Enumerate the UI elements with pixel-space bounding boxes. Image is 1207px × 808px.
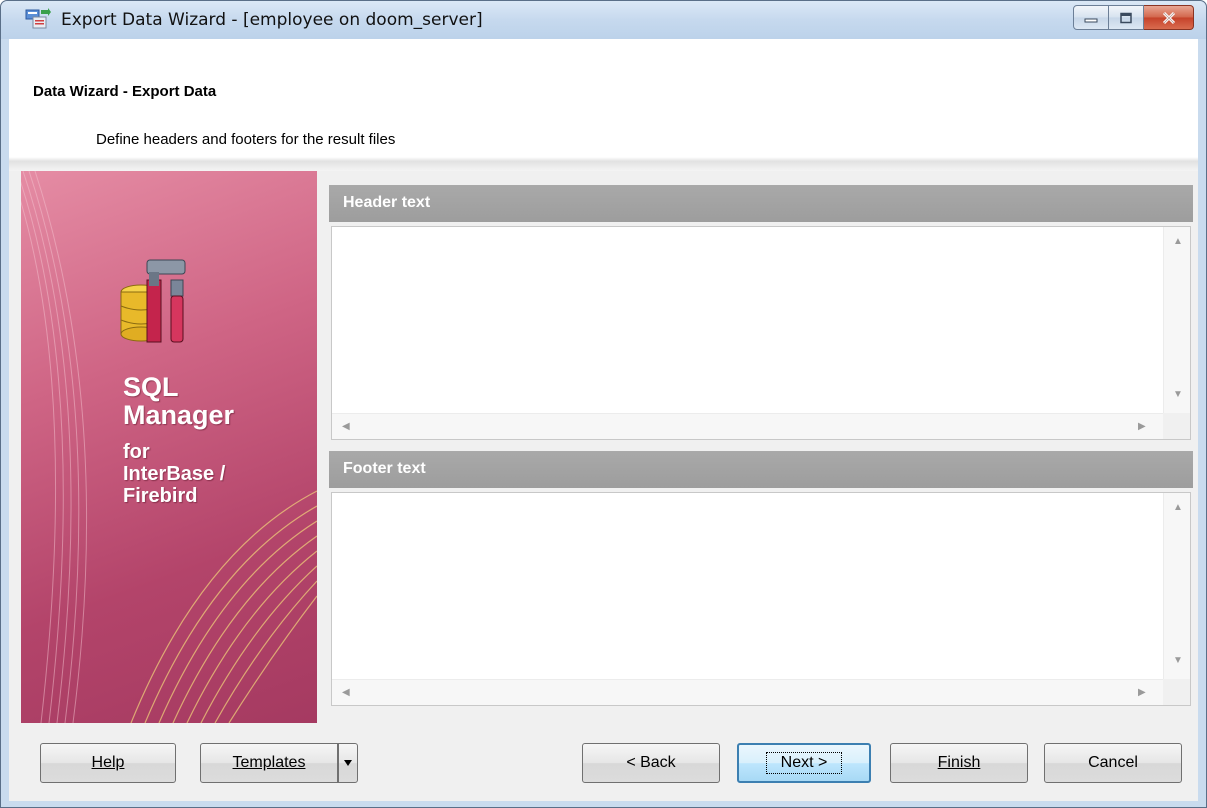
chevron-down-icon xyxy=(344,760,352,766)
scroll-corner xyxy=(1163,413,1190,439)
minimize-button[interactable] xyxy=(1073,5,1109,30)
product-edition-line3: Firebird xyxy=(123,485,198,507)
scroll-down-icon[interactable]: ▼ xyxy=(1173,656,1183,666)
product-name: SQL Manager xyxy=(123,373,234,429)
scroll-left-icon[interactable]: ◀ xyxy=(342,422,350,432)
footer-vertical-scrollbar[interactable]: ▲ ▼ xyxy=(1163,493,1190,679)
scroll-right-icon[interactable]: ▶ xyxy=(1138,422,1146,432)
scroll-down-icon[interactable]: ▼ xyxy=(1173,390,1183,400)
header-horizontal-scrollbar[interactable]: ◀ ▶ xyxy=(332,413,1163,439)
next-button-label: Next > xyxy=(765,752,843,774)
cancel-button[interactable]: Cancel xyxy=(1044,743,1182,783)
back-button-label: < Back xyxy=(626,754,676,771)
footer-text-label: Footer text xyxy=(329,451,1193,488)
caption-buttons xyxy=(1073,5,1194,31)
title-bar[interactable]: Export Data Wizard - [employee on doom_s… xyxy=(1,1,1206,39)
close-icon xyxy=(1162,11,1175,24)
finish-button-label: Finish xyxy=(937,754,981,771)
product-edition-line1: for xyxy=(123,441,150,463)
maximize-button[interactable] xyxy=(1109,5,1144,30)
window-title: Export Data Wizard - [employee on doom_s… xyxy=(61,10,483,30)
help-button[interactable]: Help xyxy=(40,743,176,783)
header-text-editor[interactable]: ▲ ▼ ◀ ▶ xyxy=(331,226,1191,440)
header-separator xyxy=(9,157,1198,171)
templates-button[interactable]: Templates xyxy=(200,743,338,783)
product-edition: for InterBase / Firebird xyxy=(123,441,225,507)
database-tools-icon xyxy=(120,259,186,343)
wizard-title: Data Wizard - Export Data xyxy=(33,83,217,100)
maximize-icon xyxy=(1120,12,1132,23)
footer-text-editor[interactable]: ▲ ▼ ◀ ▶ xyxy=(331,492,1191,706)
cancel-button-label: Cancel xyxy=(1088,754,1138,771)
wizard-step-description: Define headers and footers for the resul… xyxy=(96,131,396,148)
scroll-up-icon[interactable]: ▲ xyxy=(1173,503,1183,513)
minimize-icon xyxy=(1084,18,1098,22)
scroll-corner xyxy=(1163,679,1190,705)
next-button[interactable]: Next > xyxy=(737,743,871,783)
scroll-up-icon[interactable]: ▲ xyxy=(1173,237,1183,247)
footer-horizontal-scrollbar[interactable]: ◀ ▶ xyxy=(332,679,1163,705)
scroll-left-icon[interactable]: ◀ xyxy=(342,688,350,698)
close-button[interactable] xyxy=(1144,5,1194,30)
templates-dropdown-button[interactable] xyxy=(338,743,358,783)
scroll-right-icon[interactable]: ▶ xyxy=(1138,688,1146,698)
product-banner: SQL Manager for InterBase / Firebird xyxy=(21,171,317,723)
product-name-line2: Manager xyxy=(123,400,235,430)
product-name-line1: SQL xyxy=(123,372,179,402)
templates-button-label: Templates xyxy=(232,754,306,771)
wizard-client-area: Data Wizard - Export Data Define headers… xyxy=(9,39,1198,801)
export-wizard-icon xyxy=(25,8,51,29)
help-button-label: Help xyxy=(91,754,125,771)
header-vertical-scrollbar[interactable]: ▲ ▼ xyxy=(1163,227,1190,413)
product-edition-line2: InterBase / xyxy=(123,463,226,485)
back-button[interactable]: < Back xyxy=(582,743,720,783)
export-data-wizard-window: Export Data Wizard - [employee on doom_s… xyxy=(0,0,1207,808)
wizard-header: Data Wizard - Export Data Define headers… xyxy=(9,39,1198,161)
header-text-label: Header text xyxy=(329,185,1193,222)
finish-button[interactable]: Finish xyxy=(890,743,1028,783)
